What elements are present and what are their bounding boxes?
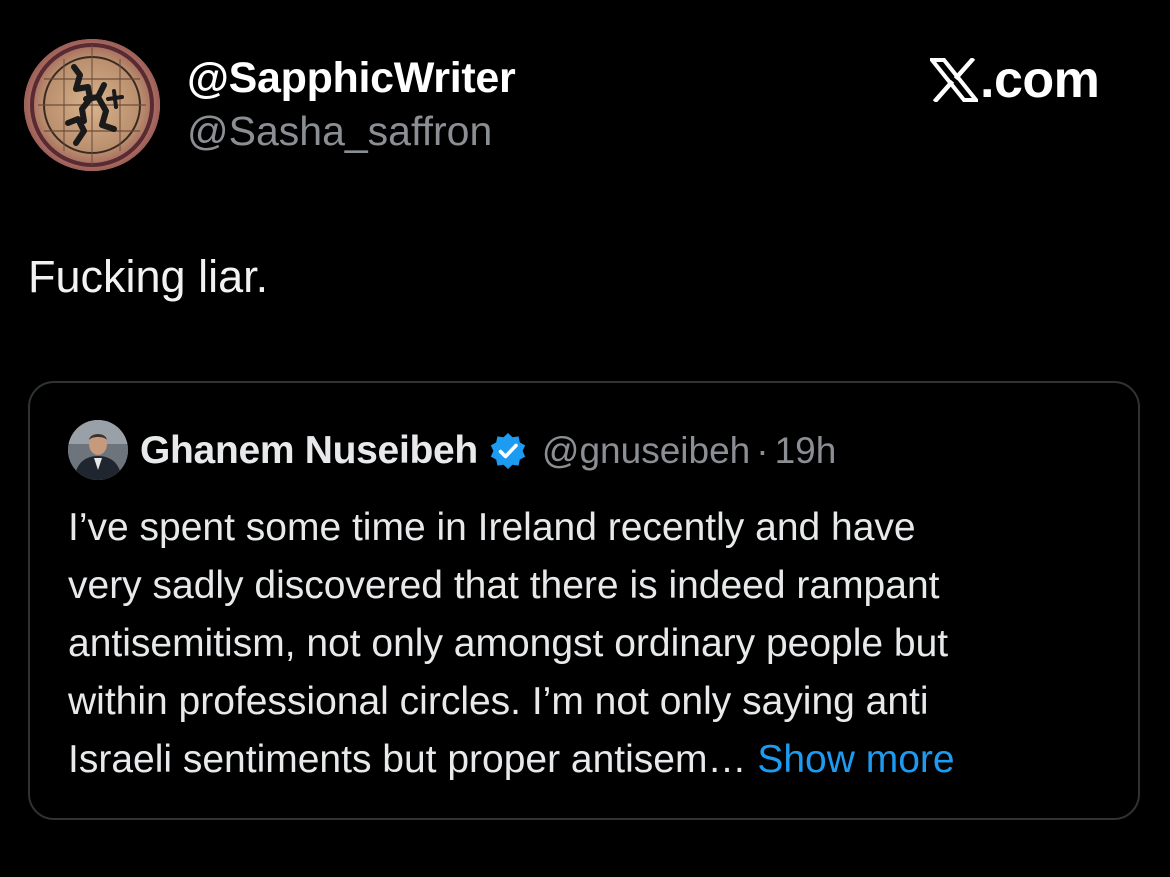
quoted-author-name[interactable]: Ghanem Nuseibeh [140,429,478,473]
quoted-tweet-card[interactable]: Ghanem Nuseibeh @gnuseibeh · 19h I’ve sp… [28,381,1140,820]
quoted-tweet-header: Ghanem Nuseibeh @gnuseibeh · 19h [140,427,836,475]
tweet-text: Fucking liar. [28,251,269,302]
author-handle[interactable]: @Sasha_saffron [187,108,492,155]
quoted-tweet-line: I’ve spent some time in Ireland recently… [68,506,916,549]
quoted-tweet-line: within professional circles. I’m not onl… [68,680,929,723]
brand-domain-text: .com [980,51,1100,109]
x-brand-logo: .com [930,51,1100,109]
quoted-tweet-timestamp[interactable]: 19h [775,430,837,472]
quoted-tweet-last-line: Israeli sentiments but proper antisem… S… [68,731,1128,789]
quoted-author-avatar[interactable] [68,420,128,480]
quoted-author-handle[interactable]: @gnuseibeh [542,430,750,472]
separator-dot: · [756,430,769,471]
quoted-tweet-line: very sadly discovered that there is inde… [68,564,940,607]
quoted-tweet-line: Israeli sentiments but proper antisem… [68,738,758,781]
author-avatar[interactable] [24,39,160,171]
quoted-tweet-text: I’ve spent some time in Ireland recently… [68,499,1128,789]
quoted-tweet-line: antisemitism, not only amongst ordinary … [68,622,949,665]
verified-badge-icon [488,431,528,471]
show-more-link[interactable]: Show more [757,738,954,781]
x-logo-icon [930,58,980,102]
author-display-name[interactable]: @SapphicWriter [187,54,516,103]
